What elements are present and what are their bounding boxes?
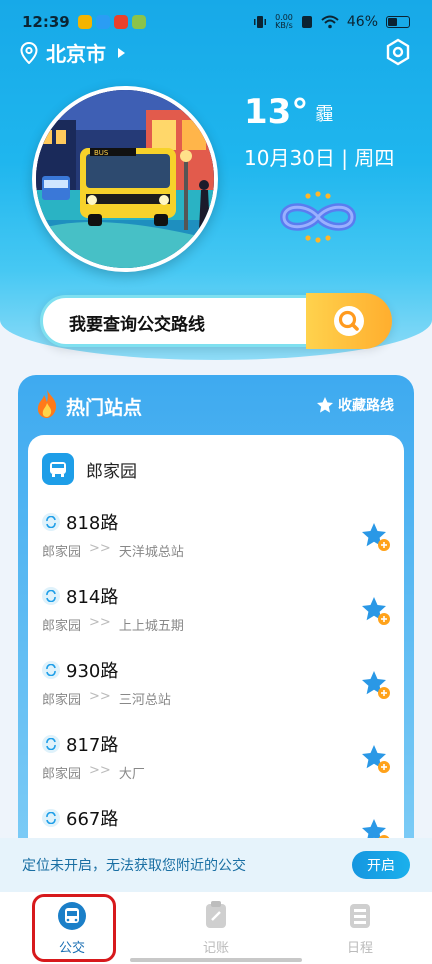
tab-bus[interactable]: 公交 [0,892,144,964]
app-notification-icon [95,15,110,29]
notification-icons [77,15,146,29]
bus-illustration: BUS [32,86,218,272]
hot-stops-card: 热门站点 收藏路线 郎家园 818路 郎家园 >> 天洋城总站 814路 郎家园… [18,375,414,875]
route-item[interactable]: 814路 郎家园 >> 上上城五期 [42,583,392,653]
route-item[interactable]: 818路 郎家园 >> 天洋城总站 [42,509,392,579]
favorite-routes-link[interactable]: 收藏路线 [316,395,394,415]
route-from: 郎家园 [42,619,82,634]
route-direction: 郎家园 >> 天洋城总站 [42,541,392,560]
route-to: 大厂 [118,767,145,782]
route-arrow: >> [89,689,111,704]
add-favorite-star-icon[interactable] [360,743,392,775]
stop-header[interactable]: 郎家园 [42,453,137,485]
status-time: 12:39 [22,13,70,31]
route-from: 郎家园 [42,693,82,708]
hot-stops-title: 热门站点 [66,397,143,419]
route-name: 817路 [66,735,119,756]
search-icon [334,306,364,336]
flame-icon [37,390,57,418]
enable-location-button[interactable]: 开启 [352,851,410,879]
sim-icon [301,16,312,28]
bus-scene-image: BUS [36,90,214,268]
bus-sign-text: BUS [94,149,109,157]
hot-stops-header: 热门站点 收藏路线 [18,375,414,435]
tab-accounting[interactable]: 记账 [144,892,288,964]
vibrate-icon [254,16,267,28]
location-banner-text: 定位未开启，无法获取您附近的公交 [22,858,246,874]
tab-accounting-label: 记账 [202,940,229,956]
location-selector[interactable]: 北京市 [20,38,125,67]
route-direction: 郎家园 >> 大厂 [42,763,392,782]
app-notification-icon [131,15,146,29]
add-favorite-star-icon[interactable] [360,669,392,701]
route-swap-icon [42,587,60,605]
route-to: 上上城五期 [118,619,184,634]
status-right: 0.00 KB/s 46% [253,14,410,30]
route-swap-icon [42,735,60,753]
route-from: 郎家园 [42,545,82,560]
settings-hex-icon[interactable] [384,38,412,66]
search-button[interactable] [306,293,392,349]
add-favorite-star-icon[interactable] [360,595,392,627]
route-name: 814路 [66,587,119,608]
bus-stop-icon [42,453,74,485]
home-indicator[interactable] [130,958,302,962]
route-item[interactable]: 930路 郎家园 >> 三河总站 [42,657,392,727]
route-swap-icon [42,809,60,827]
battery-icon [386,16,410,28]
tab-schedule-label: 日程 [346,940,373,956]
route-search-bar[interactable]: 我要查询公交路线 [40,293,392,349]
app-notification-icon [77,15,92,29]
route-direction: 郎家园 >> 上上城五期 [42,615,392,634]
location-pin-icon [20,41,38,64]
ledger-tab-icon [206,900,226,928]
route-to: 三河总站 [118,693,171,708]
date-weekday: 10月30日 | 周四 [244,146,395,170]
battery-percent: 46% [346,14,378,30]
infinity-decoration-icon [280,191,356,243]
net-speed: 0.00 KB/s [275,14,293,30]
route-direction: 郎家园 >> 三河总站 [42,689,392,708]
route-name: 667路 [66,809,119,830]
route-arrow: >> [89,541,111,556]
highlight-outline [32,894,116,962]
bottom-tab-bar: 公交 记账 日程 [0,892,432,964]
route-item[interactable]: 817路 郎家园 >> 大厂 [42,731,392,801]
route-name: 818路 [66,513,119,534]
weather-block: 13° 霾 [244,92,333,132]
stop-routes-panel: 郎家园 818路 郎家园 >> 天洋城总站 814路 郎家园 >> 上上城五期 [28,435,404,875]
route-from: 郎家园 [42,767,82,782]
dropdown-arrow-icon [118,47,125,58]
route-to: 天洋城总站 [118,545,184,560]
route-name: 930路 [66,661,119,682]
location-disabled-banner: 定位未开启，无法获取您附近的公交 开启 [0,838,432,892]
route-swap-icon [42,513,60,531]
stop-name: 郎家园 [86,461,137,482]
tab-schedule[interactable]: 日程 [288,892,432,964]
search-label: 我要查询公交路线 [69,315,205,335]
star-icon [317,397,333,413]
city-name: 北京市 [46,42,106,66]
weather-condition: 霾 [315,104,334,125]
wifi-icon [321,15,339,29]
add-favorite-star-icon[interactable] [360,521,392,553]
route-swap-icon [42,661,60,679]
favorite-routes-label: 收藏路线 [338,398,394,414]
schedule-tab-icon [350,903,370,928]
route-arrow: >> [89,615,111,630]
app-notification-icon [113,15,128,29]
net-speed-unit: KB/s [275,21,293,30]
route-arrow: >> [89,763,111,778]
temperature: 13° [244,92,309,132]
